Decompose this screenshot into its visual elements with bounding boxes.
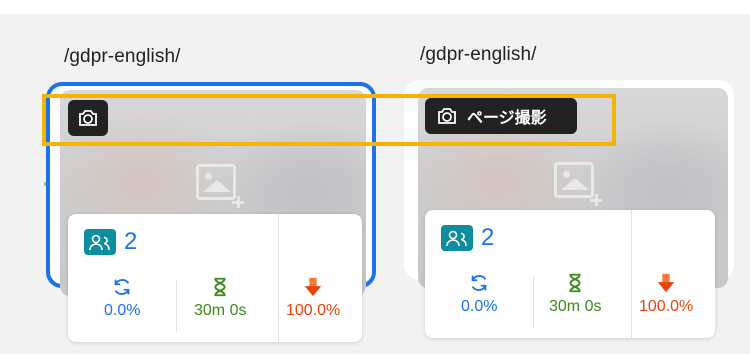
users-icon (441, 225, 473, 251)
time-metric: 30m 0s (194, 276, 246, 320)
top-strip (0, 0, 750, 14)
bounce-metric: 100.0% (286, 276, 340, 320)
down-arrow-icon (304, 277, 322, 297)
avg-time-value: 30m 0s (549, 298, 602, 315)
highlight-annotation (42, 94, 616, 146)
refresh-metric: 0.0% (104, 276, 140, 320)
plus-icon (232, 196, 244, 208)
refresh-rate-value: 0.0% (461, 298, 498, 315)
page-path-label: /gdpr-english/ (64, 46, 181, 67)
refresh-icon (114, 279, 130, 295)
bounce-rate-value: 100.0% (286, 302, 341, 319)
refresh-icon (471, 275, 487, 291)
page-path-label: /gdpr-english/ (420, 44, 537, 65)
bounce-metric: 100.0% (639, 272, 693, 316)
plus-icon (590, 194, 602, 206)
stats-panel: 2 0.0% 30m 0s 100.0% (425, 210, 715, 338)
hourglass-icon (569, 273, 581, 293)
image-placeholder-icon (196, 164, 236, 200)
avg-time-value: 30m 0s (194, 302, 247, 319)
refresh-rate-value: 0.0% (104, 302, 141, 319)
users-icon (84, 229, 116, 255)
down-arrow-icon (657, 273, 675, 293)
image-placeholder-icon (554, 162, 594, 198)
users-count: 2 (124, 228, 138, 255)
hourglass-icon (214, 277, 226, 297)
refresh-metric: 0.0% (461, 272, 497, 316)
time-metric: 30m 0s (549, 272, 601, 316)
bounce-rate-value: 100.0% (639, 298, 694, 315)
stats-panel: 2 0.0% 30m 0s 100.0% (68, 214, 362, 342)
users-count: 2 (481, 224, 495, 251)
